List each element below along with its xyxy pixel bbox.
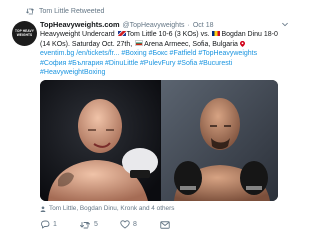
pin-icon [239,40,245,47]
retweet-button[interactable]: 5 [80,221,120,229]
retweet-label: Tom Little Retweeted [39,7,105,15]
tweet-header: TopHeavyweights.com @TopHeavyweights · O… [40,20,294,29]
tweet-actions: 1 5 8 [40,220,240,229]
uk-flag-icon [117,30,126,36]
tweet-date[interactable]: Oct 18 [193,22,214,29]
like-button[interactable]: 8 [120,220,160,229]
author-name[interactable]: TopHeavyweights.com [40,20,120,29]
tweet-photo[interactable] [40,80,278,201]
text-part-2: Tom Little 10-6 (3 KOs) vs. [126,31,212,38]
bulgaria-flag-icon [135,40,144,46]
reply-button[interactable]: 1 [40,220,80,229]
reply-icon [41,220,50,229]
direct-message-button[interactable] [160,220,200,229]
message-icon [160,220,170,229]
romania-flag-icon [212,30,221,36]
tweet-link-domain[interactable]: eventim.bg [40,50,74,57]
text-part-1: Heavyweight Undercard [40,31,117,38]
author-handle[interactable]: @TopHeavyweights [123,22,185,29]
separator-dot: · [187,22,190,29]
retweet-icon [26,8,34,14]
reply-count: 1 [53,221,57,228]
tagged-people[interactable]: Tom Little, Bogdan Dinu, Kronk and 4 oth… [40,205,174,212]
tweet-text: Heavyweight Undercard Tom Little 10-6 (3… [40,30,278,78]
text-part-4: Arena Armeec, Sofia, Bulgaria [144,40,240,48]
avatar-logo-text: TOP HEAVY WEIGHTS [15,28,34,37]
retweet-count: 5 [94,221,98,228]
like-count: 8 [133,221,137,228]
tweet-link-path[interactable]: /en/tickets/fr... [76,50,121,57]
chevron-down-icon[interactable] [282,22,288,27]
tagged-label: Tom Little, Bogdan Dinu, Kronk and 4 oth… [49,205,175,212]
retweet-icon [80,221,90,228]
avatar[interactable]: TOP HEAVY WEIGHTS [12,21,37,46]
boxers-photo-graphic [40,80,278,201]
retweet-context[interactable]: Tom Little Retweeted [26,6,104,16]
person-icon [40,205,46,212]
like-icon [120,220,130,229]
